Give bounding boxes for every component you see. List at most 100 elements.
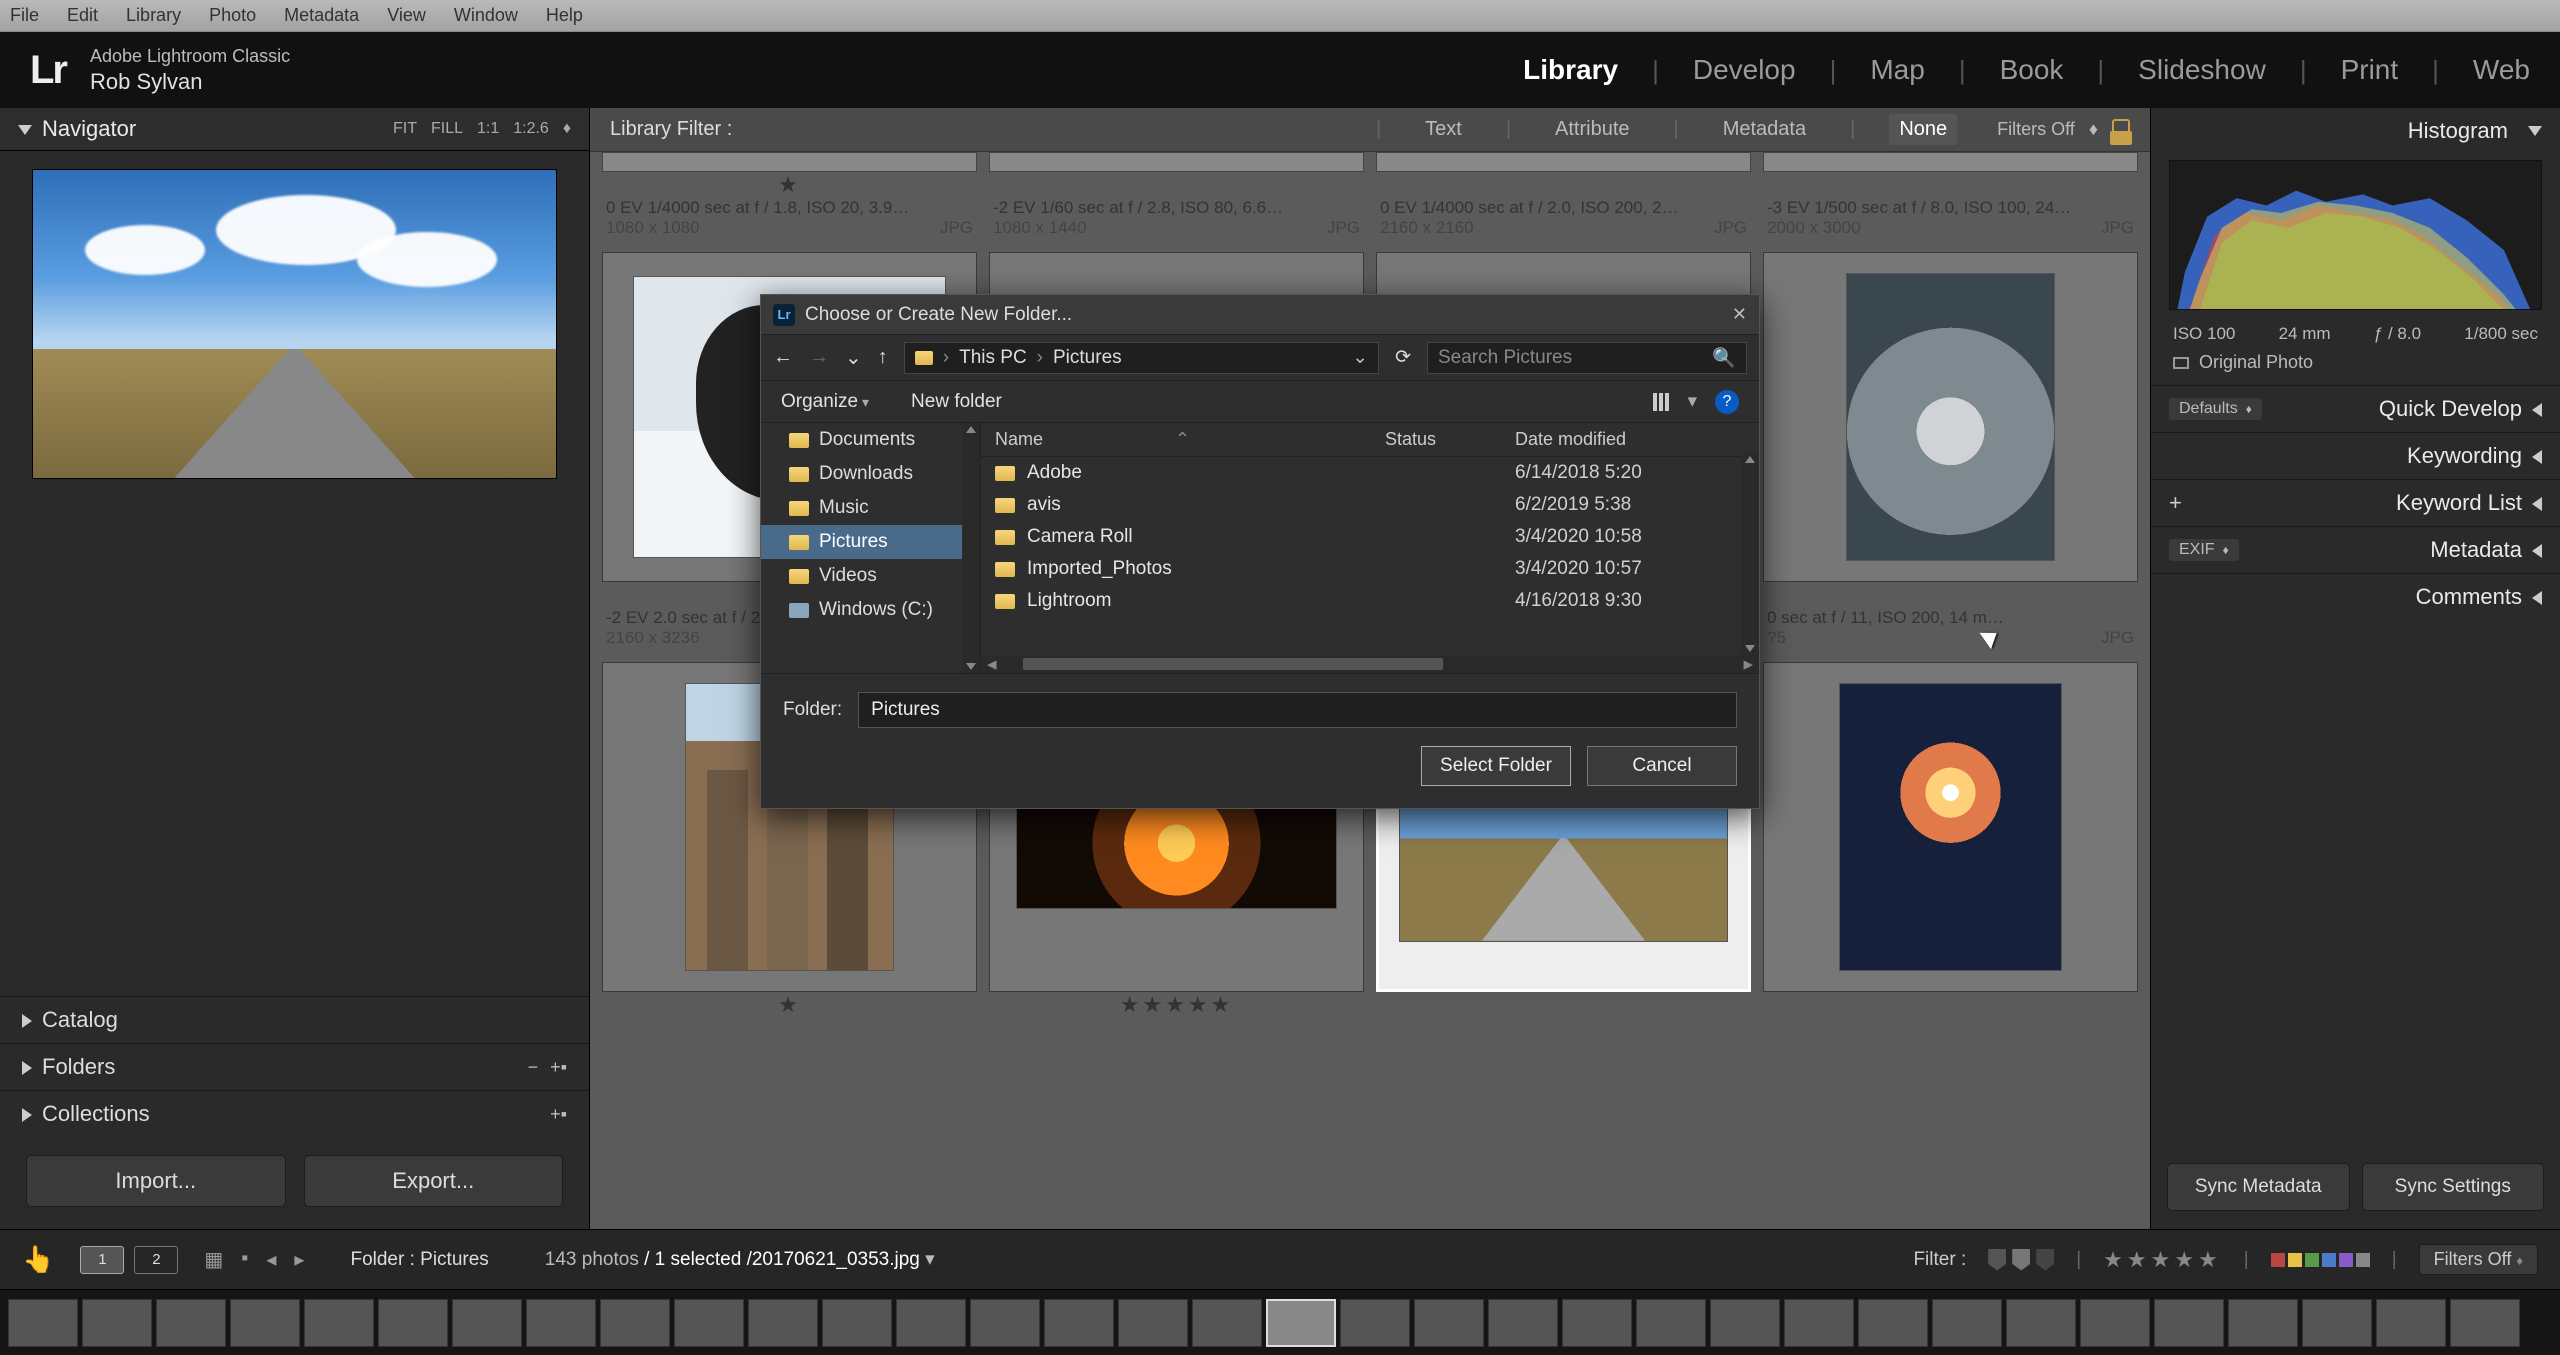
filmstrip-thumb[interactable]	[2228, 1299, 2298, 1347]
module-book[interactable]: Book	[2000, 54, 2064, 86]
search-input[interactable]: Search Pictures 🔍	[1427, 342, 1747, 374]
filmstrip-thumb[interactable]	[156, 1299, 226, 1347]
list-vscrollbar[interactable]	[1741, 453, 1759, 655]
plus-icon[interactable]: +▪	[550, 1104, 567, 1125]
quick-develop-section[interactable]: Defaults♦ Quick Develop	[2151, 385, 2560, 432]
filmstrip-thumb[interactable]	[8, 1299, 78, 1347]
filmstrip-thumb[interactable]	[674, 1299, 744, 1347]
filmstrip-thumb[interactable]	[1562, 1299, 1632, 1347]
view-mode-icon[interactable]	[1653, 393, 1669, 411]
filmstrip-thumb[interactable]	[2376, 1299, 2446, 1347]
help-icon[interactable]: ?	[1715, 390, 1739, 414]
star-rating[interactable]: ★★★★★	[989, 992, 1364, 1016]
folder-row[interactable]: avis6/2/2019 5:38	[981, 489, 1759, 521]
flag-filter[interactable]	[1988, 1249, 2054, 1271]
col-status[interactable]: Status	[1385, 429, 1515, 450]
filmstrip-thumb[interactable]	[2302, 1299, 2372, 1347]
filmstrip-thumb[interactable]	[896, 1299, 966, 1347]
filmstrip-thumb[interactable]	[600, 1299, 670, 1347]
filmstrip-thumb[interactable]	[748, 1299, 818, 1347]
col-date[interactable]: Date modified	[1515, 429, 1745, 450]
nav-recent-icon[interactable]: ⌄	[845, 345, 862, 370]
filmstrip-thumb[interactable]	[1784, 1299, 1854, 1347]
comments-section[interactable]: Comments	[2151, 573, 2560, 620]
filmstrip-thumb[interactable]	[304, 1299, 374, 1347]
nav-opt-fit[interactable]: FIT	[393, 120, 417, 138]
filmstrip-thumb[interactable]	[970, 1299, 1040, 1347]
filmstrip-thumb[interactable]	[1192, 1299, 1262, 1347]
tree-scrollbar[interactable]	[962, 423, 980, 673]
organize-menu[interactable]: Organize	[781, 391, 869, 413]
menu-photo[interactable]: Photo	[209, 5, 256, 26]
filmstrip-thumb[interactable]	[1932, 1299, 2002, 1347]
filmstrip-thumb[interactable]	[2006, 1299, 2076, 1347]
filmstrip-thumb[interactable]	[1266, 1299, 1336, 1347]
filter-tab-text[interactable]: Text	[1415, 114, 1472, 145]
color-swatch[interactable]	[2322, 1253, 2336, 1267]
exif-pill[interactable]: EXIF♦	[2169, 539, 2239, 561]
filmstrip-thumb[interactable]	[1636, 1299, 1706, 1347]
breadcrumb[interactable]: › This PC › Pictures ⌄	[904, 342, 1379, 374]
filmstrip-thumb[interactable]	[1488, 1299, 1558, 1347]
filmstrip-thumb[interactable]	[230, 1299, 300, 1347]
thumbnail-stub[interactable]	[1763, 152, 2138, 172]
thumbnail-stub[interactable]	[602, 152, 977, 172]
star-filter[interactable]: ★★★★★	[2103, 1247, 2222, 1273]
collections-section[interactable]: Collections +▪	[0, 1090, 589, 1137]
catalog-section[interactable]: Catalog	[0, 996, 589, 1043]
plus-icon[interactable]: +	[2169, 490, 2182, 516]
sync-settings-button[interactable]: Sync Settings	[2362, 1163, 2545, 1211]
folders-section[interactable]: Folders −+▪	[0, 1043, 589, 1090]
navigator-preview[interactable]	[32, 169, 557, 479]
keyword-list-section[interactable]: +Keyword List	[2151, 479, 2560, 526]
filter-tab-attribute[interactable]: Attribute	[1545, 114, 1639, 145]
histogram[interactable]	[2169, 160, 2542, 310]
filmstrip-thumb[interactable]	[1858, 1299, 1928, 1347]
nav-forward-icon[interactable]: →	[809, 346, 829, 369]
menu-library[interactable]: Library	[126, 5, 181, 26]
color-filter[interactable]	[2271, 1253, 2370, 1267]
star-rating[interactable]: ★	[602, 992, 977, 1016]
tree-node[interactable]: Windows (C:)	[761, 593, 980, 627]
filter-tab-metadata[interactable]: Metadata	[1713, 114, 1816, 145]
defaults-pill[interactable]: Defaults♦	[2169, 398, 2262, 420]
cancel-button[interactable]: Cancel	[1587, 746, 1737, 786]
menu-metadata[interactable]: Metadata	[284, 5, 359, 26]
import-button[interactable]: Import...	[26, 1155, 286, 1207]
color-swatch[interactable]	[2339, 1253, 2353, 1267]
metadata-section[interactable]: EXIF♦ Metadata	[2151, 526, 2560, 573]
module-slideshow[interactable]: Slideshow	[2138, 54, 2266, 86]
export-button[interactable]: Export...	[304, 1155, 564, 1207]
filmstrip-thumb[interactable]	[2154, 1299, 2224, 1347]
filmstrip-thumb[interactable]	[452, 1299, 522, 1347]
histogram-header[interactable]: Histogram	[2151, 108, 2560, 154]
module-print[interactable]: Print	[2341, 54, 2399, 86]
nav-up-icon[interactable]: ↑	[878, 346, 888, 369]
close-icon[interactable]: ✕	[1732, 304, 1747, 325]
module-web[interactable]: Web	[2473, 54, 2530, 86]
thumbnail-stub[interactable]	[1376, 152, 1751, 172]
folder-row[interactable]: Camera Roll3/4/2020 10:58	[981, 521, 1759, 553]
view-dropdown-icon[interactable]: ▾	[1687, 390, 1697, 413]
filmstrip-thumb[interactable]	[822, 1299, 892, 1347]
filmstrip-thumb[interactable]	[1340, 1299, 1410, 1347]
loupe-view-icon[interactable]: ▪	[241, 1247, 248, 1272]
dialog-titlebar[interactable]: Lr Choose or Create New Folder... ✕	[761, 295, 1759, 335]
thumbnail[interactable]	[1763, 252, 2138, 582]
folder-row[interactable]: Adobe6/14/2018 5:20	[981, 457, 1759, 489]
folder-field[interactable]: Pictures	[858, 692, 1737, 728]
filmstrip-thumb[interactable]	[378, 1299, 448, 1347]
filmstrip-thumb[interactable]	[1414, 1299, 1484, 1347]
color-swatch[interactable]	[2356, 1253, 2370, 1267]
minus-icon[interactable]: −	[528, 1057, 539, 1078]
tree-node[interactable]: Documents	[761, 423, 980, 457]
filmstrip-thumb[interactable]	[82, 1299, 152, 1347]
hand-icon[interactable]: 👆	[22, 1244, 54, 1275]
select-folder-button[interactable]: Select Folder	[1421, 746, 1571, 786]
list-hscrollbar[interactable]: ◂▸	[981, 655, 1759, 673]
next-icon[interactable]: ▸	[294, 1247, 304, 1272]
module-develop[interactable]: Develop	[1693, 54, 1796, 86]
folder-row[interactable]: Imported_Photos3/4/2020 10:57	[981, 553, 1759, 585]
crumb-this-pc[interactable]: This PC	[959, 347, 1027, 369]
nav-back-icon[interactable]: ←	[773, 346, 793, 369]
